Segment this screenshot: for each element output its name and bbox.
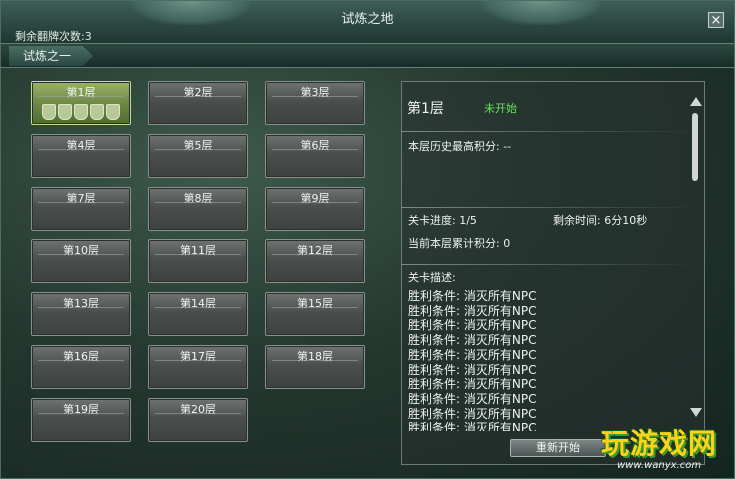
restart-button[interactable]: 重新开始 bbox=[510, 439, 606, 457]
scroll-down-icon[interactable] bbox=[690, 408, 702, 417]
condition-list: 胜利条件: 消灭所有NPC 胜利条件: 消灭所有NPC 胜利条件: 消灭所有NPC 胜… bbox=[1, 1, 734, 431]
condition-item: 胜利条件: 消灭所有NPC bbox=[408, 377, 537, 392]
condition-item: 胜利条件: 消灭所有NPC bbox=[408, 333, 537, 348]
condition-item: 胜利条件: 消灭所有NPC bbox=[408, 318, 537, 333]
scroll-up-icon[interactable] bbox=[690, 97, 702, 106]
watermark-logo: 玩游戏网 www.wanyx.com bbox=[599, 422, 729, 476]
condition-item: 胜利条件: 消灭所有NPC bbox=[408, 289, 537, 303]
condition-item: 胜利条件: 消灭所有NPC bbox=[408, 303, 537, 318]
condition-item: 胜利条件: 消灭所有NPC bbox=[408, 406, 537, 421]
scrollbar[interactable] bbox=[690, 97, 702, 417]
condition-item: 胜利条件: 消灭所有NPC bbox=[408, 421, 537, 431]
scroll-thumb[interactable] bbox=[692, 113, 698, 181]
condition-item: 胜利条件: 消灭所有NPC bbox=[408, 362, 537, 377]
trial-window: 试炼之地 × 剩余翻牌次数:3 试炼之一 第1层 第2层 第3层 第4层 第5层 第6层第… bbox=[0, 0, 735, 479]
watermark-name: 玩游戏网 bbox=[601, 427, 718, 460]
condition-item: 胜利条件: 消灭所有NPC bbox=[408, 391, 537, 406]
watermark-url: www.wanyx.com bbox=[617, 460, 702, 471]
condition-item: 胜利条件: 消灭所有NPC bbox=[408, 347, 537, 362]
